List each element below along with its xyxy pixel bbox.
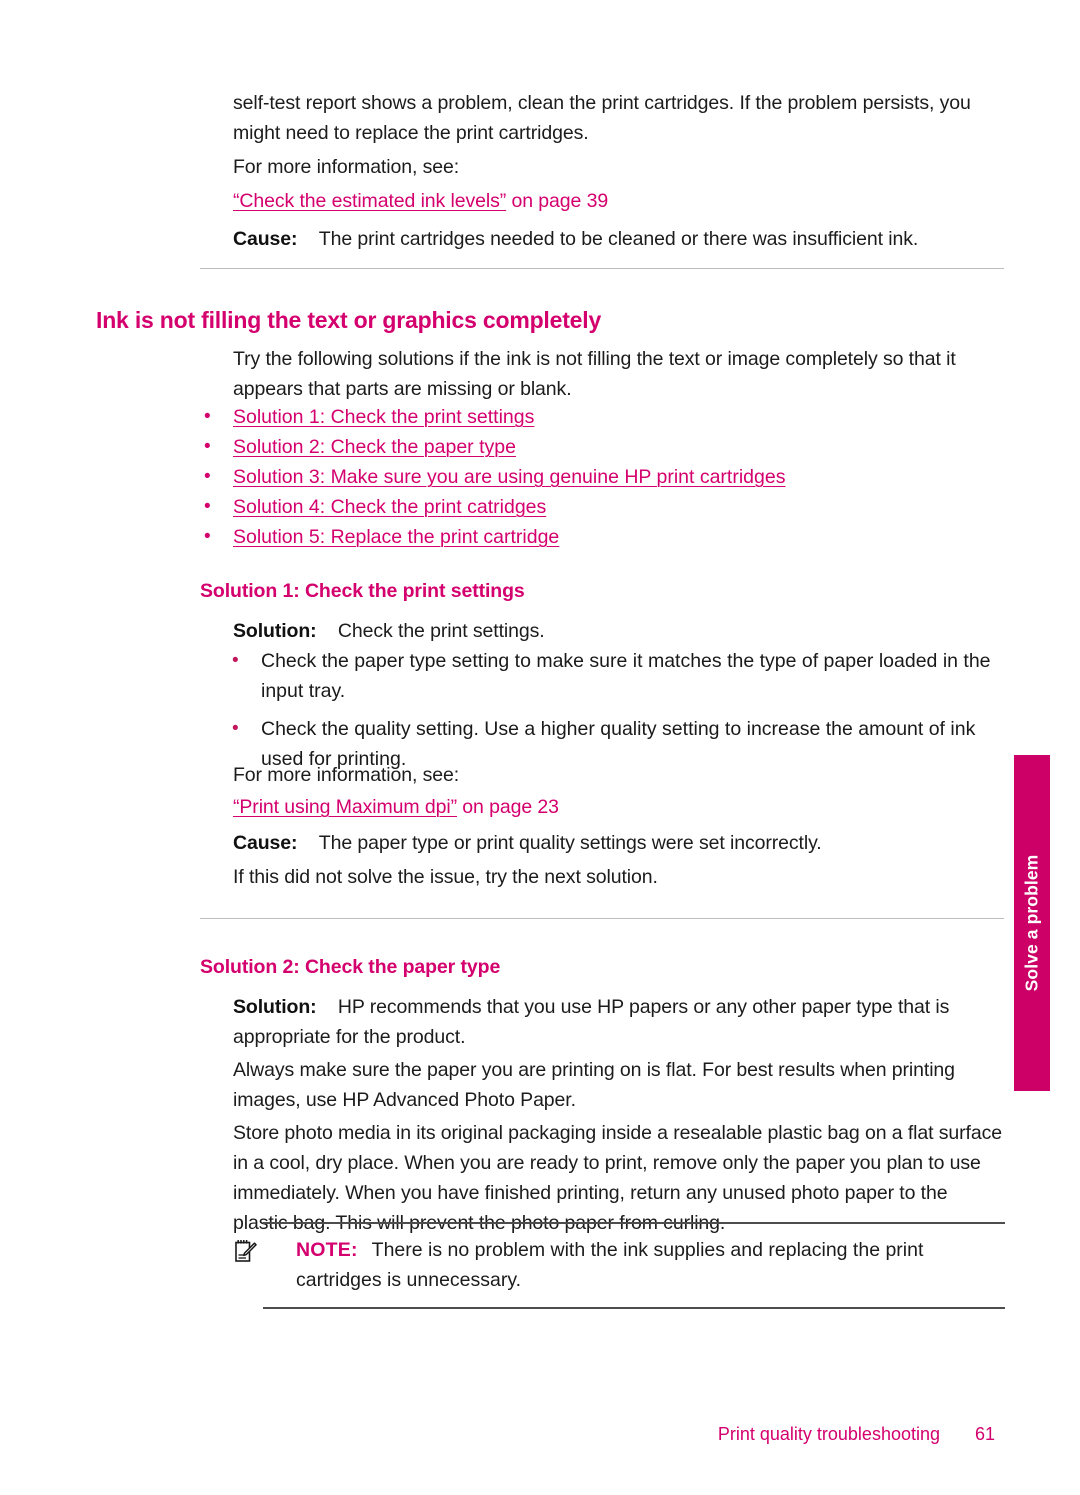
cause-label: Cause: [233, 228, 298, 250]
solution1-see-more: For more information, see: [233, 764, 460, 786]
note-callout: NOTE: There is no problem with the ink su… [235, 1222, 1005, 1309]
solution-text: HP recommends that you use HP papers or … [233, 996, 950, 1048]
intro-cross-reference: “Check the estimated ink levels” on page… [233, 186, 1003, 216]
bullet-icon: • [204, 526, 211, 547]
solution1-link-page: on page 23 [456, 796, 559, 818]
intro-see-more: For more information, see: [233, 156, 460, 178]
side-thumb-tab: Solve a problem [1014, 755, 1050, 1091]
bullet-icon: • [204, 436, 211, 457]
solution1-next-step: If this did not solve the issue, try the… [233, 866, 658, 888]
link-solution-4[interactable]: Solution 4: Check the print catridges [233, 496, 546, 518]
solution2-solution-line: Solution: HP recommends that you use HP … [233, 992, 1005, 1052]
list-item: • Solution 1: Check the print settings [200, 402, 1000, 432]
solution-link-list: • Solution 1: Check the print settings •… [200, 402, 1000, 552]
heading-solution-1: Solution 1: Check the print settings [200, 580, 525, 602]
solution2-paragraph-2: Always make sure the paper you are print… [233, 1059, 955, 1111]
bullet-icon: • [232, 718, 239, 739]
list-item: • Solution 4: Check the print catridges [200, 492, 1000, 522]
heading-solution-2: Solution 2: Check the paper type [200, 956, 501, 978]
link-solution-1[interactable]: Solution 1: Check the print settings [233, 406, 534, 428]
intro-paragraph: self-test report shows a problem, clean … [233, 92, 971, 144]
intro-link-page: on page 39 [506, 190, 609, 212]
document-page: self-test report shows a problem, clean … [0, 0, 1080, 1495]
solution-text: Check the print settings. [337, 620, 545, 642]
divider-rule-middle [200, 918, 1004, 919]
page-title: Ink is not filling the text or graphics … [96, 307, 602, 333]
bullet-icon: • [204, 466, 211, 487]
solution1-cross-reference: “Print using Maximum dpi” on page 23 [233, 792, 1003, 822]
solution-label: Solution: [233, 996, 317, 1018]
list-item: • Solution 5: Replace the print cartridg… [200, 522, 1000, 552]
note-row: NOTE: There is no problem with the ink su… [235, 1235, 1005, 1295]
section-intro: Try the following solutions if the ink i… [233, 348, 956, 400]
solution2-paragraph-3: Store photo media in its original packag… [233, 1122, 1003, 1234]
list-item-text: Check the paper type setting to make sur… [261, 650, 991, 702]
link-solution-2[interactable]: Solution 2: Check the paper type [233, 436, 516, 458]
footer-chapter-title: Print quality troubleshooting [717, 1424, 940, 1444]
solution-label: Solution: [233, 620, 317, 642]
link-solution-3[interactable]: Solution 3: Make sure you are using genu… [233, 466, 785, 488]
list-item: • Solution 2: Check the paper type [200, 432, 1000, 462]
footer-page-number: 61 [975, 1424, 996, 1444]
solution1-bullet-list: • Check the paper type setting to make s… [228, 646, 1008, 774]
solution1-solution-line: Solution: Check the print settings. [233, 616, 1003, 646]
link-check-estimated-ink-levels[interactable]: “Check the estimated ink levels” [233, 190, 506, 212]
cause-text: The paper type or print quality settings… [318, 832, 822, 854]
note-body-text: There is no problem with the ink supplie… [296, 1239, 924, 1291]
list-item: • Solution 3: Make sure you are using ge… [200, 462, 1000, 492]
list-item: • Check the paper type setting to make s… [228, 646, 1008, 706]
bullet-icon: • [204, 496, 211, 517]
cause-label: Cause: [233, 832, 298, 854]
divider-rule-top [200, 268, 1004, 269]
bullet-icon: • [232, 650, 239, 671]
page-footer: Print quality troubleshooting 61 [0, 1424, 1080, 1454]
bullet-icon: • [204, 406, 211, 427]
solution1-cause-line: Cause: The paper type or print quality s… [233, 828, 1003, 858]
link-print-using-maximum-dpi[interactable]: “Print using Maximum dpi” [233, 796, 457, 818]
link-solution-5[interactable]: Solution 5: Replace the print cartridge [233, 526, 559, 548]
side-thumb-tab-label: Solve a problem [1021, 854, 1042, 992]
cause-text: The print cartridges needed to be cleane… [318, 228, 919, 250]
note-content: NOTE: There is no problem with the ink su… [296, 1239, 923, 1291]
intro-cause-line: Cause: The print cartridges needed to be… [233, 224, 1003, 254]
note-label: NOTE: [296, 1239, 358, 1261]
note-pad-pencil-icon [235, 1239, 257, 1263]
